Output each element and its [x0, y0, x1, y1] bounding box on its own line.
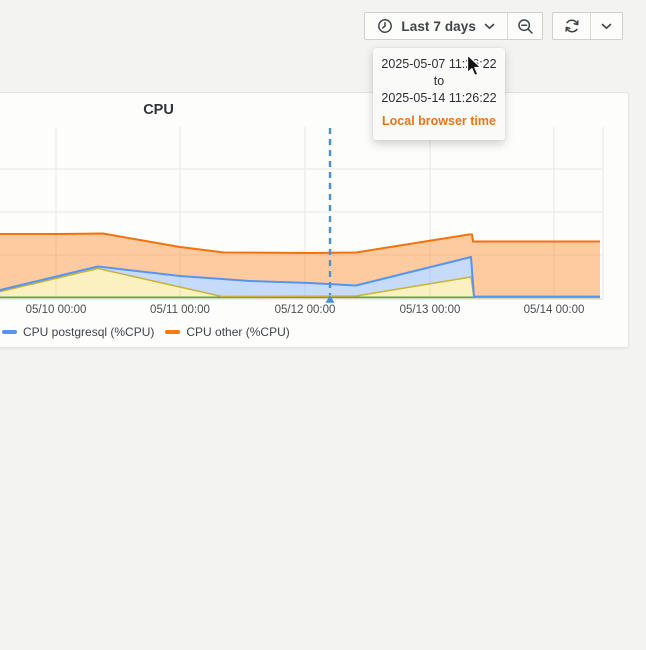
zoom-out-button[interactable] — [507, 13, 542, 39]
tooltip-to-datetime: 2025-05-14 11:26:22 — [373, 90, 505, 107]
x-tick-label: 05/13 00:00 — [385, 304, 475, 316]
tooltip-timezone-note: Local browser time — [373, 114, 505, 128]
chart-legend: CPU postgresql (%CPU) CPU other (%CPU) — [2, 325, 290, 339]
chevron-down-icon — [484, 23, 495, 30]
legend-item[interactable]: CPU other (%CPU) — [165, 325, 289, 339]
refresh-group — [552, 12, 623, 40]
time-picker-group: Last 7 days — [364, 12, 543, 40]
mouse-cursor — [466, 54, 483, 82]
x-tick-label: 05/14 00:00 — [509, 304, 599, 316]
x-tick-label: 05/12 00:00 — [260, 304, 350, 316]
zoom-out-icon — [517, 18, 534, 35]
time-range-picker-button[interactable]: Last 7 days — [365, 13, 507, 39]
refresh-icon — [564, 18, 580, 34]
legend-series-label: CPU other (%CPU) — [186, 325, 289, 339]
legend-item[interactable]: CPU postgresql (%CPU) — [2, 325, 154, 339]
legend-series-label: CPU postgresql (%CPU) — [23, 325, 154, 339]
legend-series-marker — [165, 330, 180, 334]
legend-series-marker — [2, 330, 17, 334]
time-range-tooltip: 2025-05-07 11:26:22 to 2025-05-14 11:26:… — [373, 48, 505, 140]
tooltip-from-datetime: 2025-05-07 11:26:22 — [373, 56, 505, 73]
x-tick-label: 05/11 00:00 — [135, 304, 225, 316]
refresh-button[interactable] — [553, 13, 590, 39]
x-tick-label: 05/10 00:00 — [11, 304, 101, 316]
tooltip-separator: to — [373, 73, 505, 90]
refresh-interval-dropdown-button[interactable] — [590, 13, 622, 39]
clock-icon — [377, 18, 393, 34]
chevron-down-icon — [601, 23, 612, 30]
dashboard-page: Last 7 days — [0, 0, 646, 650]
time-range-toolbar: Last 7 days — [364, 12, 623, 40]
time-range-label: Last 7 days — [401, 19, 476, 34]
